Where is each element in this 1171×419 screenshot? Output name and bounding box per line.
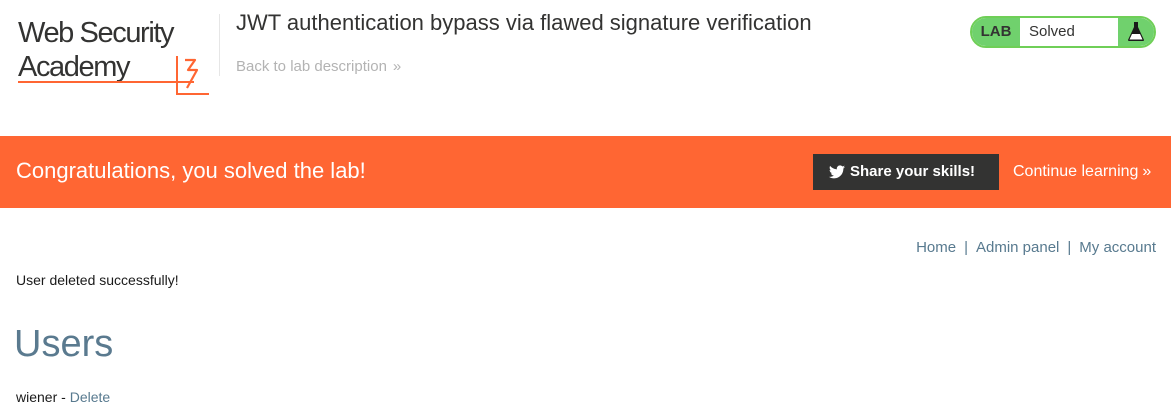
academy-logo[interactable]: Web Security Academy — [18, 14, 218, 95]
nav-link-admin-panel[interactable]: Admin panel — [976, 239, 1059, 256]
share-your-skills-button[interactable]: Share your skills! — [813, 154, 999, 190]
logo-text-line2: Academy — [18, 51, 130, 83]
status-message: User deleted successfully! — [16, 272, 179, 288]
logo-bracket-icon — [176, 56, 209, 95]
logo-underline — [18, 81, 194, 83]
delete-user-link[interactable]: Delete — [70, 389, 110, 405]
chevron-right-icon: » — [392, 58, 402, 75]
page-title: Users — [14, 323, 114, 365]
page: Web Security Academy JWT authentication … — [0, 0, 1171, 419]
share-button-label: Share your skills! — [850, 163, 976, 180]
lab-title: JWT authentication bypass via flawed sig… — [236, 10, 812, 35]
lab-status-icon-box — [1118, 18, 1154, 46]
flask-icon — [1128, 22, 1144, 41]
lab-status-badge: LAB Solved — [970, 16, 1156, 48]
header-divider — [219, 14, 220, 76]
lab-status-state: Solved — [1029, 23, 1075, 40]
continue-learning-label: Continue learning — [1013, 163, 1139, 180]
chevron-right-icon: » — [1142, 163, 1152, 180]
header: Web Security Academy JWT authentication … — [0, 0, 1171, 136]
banner-message: Congratulations, you solved the lab! — [16, 158, 366, 183]
twitter-icon — [829, 165, 845, 179]
nav-link-my-account[interactable]: My account — [1079, 239, 1156, 256]
congratulations-banner: Congratulations, you solved the lab! Sha… — [0, 136, 1171, 208]
nav-separator: | — [1067, 239, 1072, 256]
back-to-lab-description-link[interactable]: Back to lab description » — [236, 57, 401, 77]
logo-text-line1: Web Security — [18, 17, 175, 49]
back-link-label: Back to lab description — [236, 58, 387, 75]
lab-status-label: LAB — [972, 18, 1020, 46]
nav-separator: | — [964, 239, 968, 256]
nav-link-home[interactable]: Home — [916, 239, 956, 256]
user-separator: - — [57, 389, 70, 405]
list-item: wiener - Delete — [16, 386, 110, 408]
user-name: wiener — [16, 389, 58, 405]
top-navigation: Home | Admin panel | My account — [916, 237, 1156, 259]
continue-learning-link[interactable]: Continue learning» — [1013, 161, 1151, 183]
